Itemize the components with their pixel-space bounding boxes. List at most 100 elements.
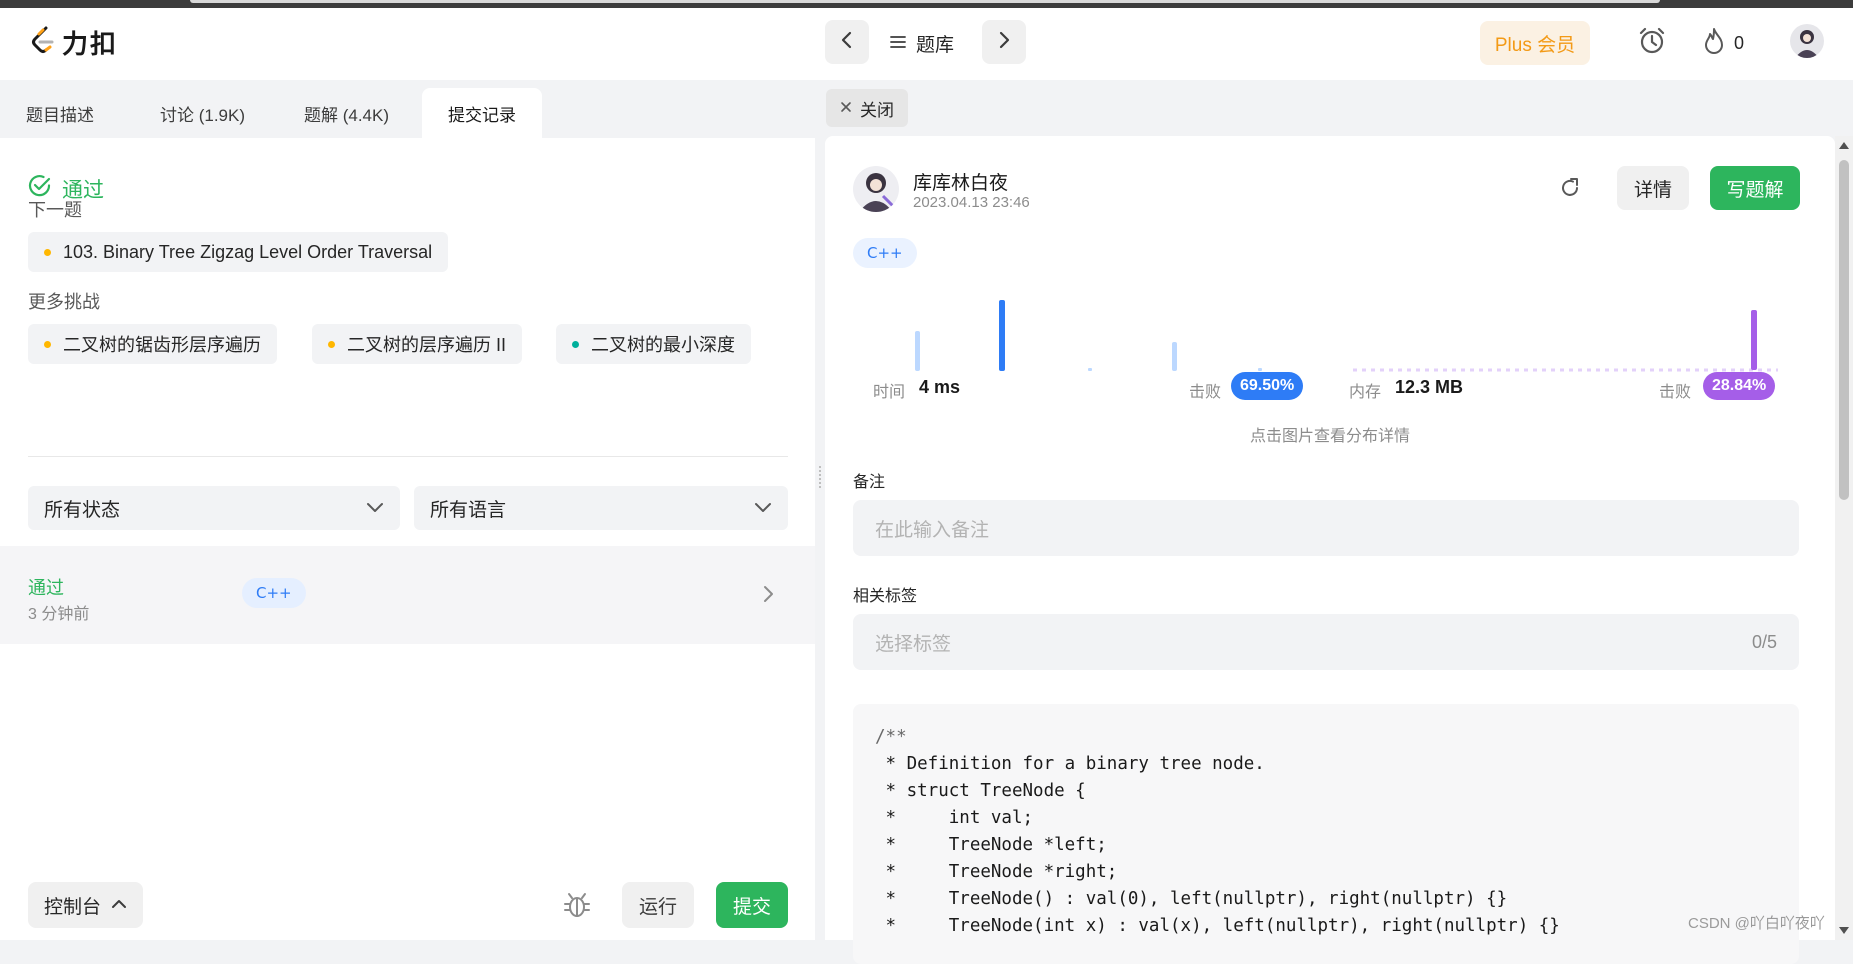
close-label: 关闭 (860, 100, 894, 120)
panel-resizer[interactable] (815, 80, 825, 940)
plus-member-button[interactable]: Plus 会员 (1480, 21, 1590, 65)
challenge-chip[interactable]: 二叉树的锯齿形层序遍历 (28, 324, 277, 364)
chevron-left-icon (840, 30, 854, 55)
submitter-name[interactable]: 库库林白夜 (913, 168, 1008, 195)
tags-placeholder: 选择标签 (875, 633, 952, 655)
tags-label: 相关标签 (853, 588, 918, 605)
difficulty-dot (572, 340, 579, 348)
detail-tabbar (825, 80, 1853, 136)
language-badge: C++ (853, 238, 917, 268)
code-line: * Definition for a binary tree node. (875, 754, 1265, 774)
user-avatar[interactable] (1790, 24, 1824, 58)
detail-button[interactable]: 详情 (1617, 166, 1689, 210)
language-filter-value: 所有语言 (430, 499, 507, 521)
submit-button[interactable]: 提交 (716, 882, 788, 928)
scroll-up-arrow[interactable] (1839, 142, 1849, 149)
submission-row[interactable]: 通过 3 分钟前 C++ (0, 546, 815, 644)
streak-counter[interactable]: 0 (1702, 26, 1744, 61)
challenge-chip[interactable]: 二叉树的最小深度 (556, 324, 751, 364)
challenge-label: 二叉树的最小深度 (591, 335, 735, 355)
code-line: * int val; (875, 808, 1034, 828)
console-label: 控制台 (44, 896, 102, 918)
runtime-bar (1258, 368, 1262, 371)
runtime-beats-badge: 69.50% (1231, 372, 1304, 400)
close-icon (840, 98, 852, 118)
memory-beats-badge: 28.84% (1703, 372, 1776, 400)
note-label: 备注 (853, 474, 886, 491)
code-line: /** (875, 727, 907, 747)
memory-value: 12.3 MB (1395, 377, 1464, 397)
runtime-beats-label: 击败 (1189, 384, 1222, 401)
note-placeholder: 在此输入备注 (875, 519, 990, 541)
runtime-bar (915, 331, 920, 371)
fire-icon (1702, 26, 1726, 61)
next-problem-chip[interactable]: 103. Binary Tree Zigzag Level Order Trav… (28, 232, 449, 272)
challenge-label: 二叉树的层序遍历 II (347, 335, 507, 355)
runtime-bar (1088, 368, 1092, 371)
run-button[interactable]: 运行 (622, 882, 694, 928)
submission-datetime: 2023.04.13 23:46 (913, 194, 1030, 211)
chart-hint: 点击图片查看分布详情 (1249, 428, 1410, 445)
code-line: * TreeNode(int x) : val(x), left(nullptr… (875, 916, 1560, 936)
watermark: CSDN @吖白吖夜吖 (1688, 915, 1825, 932)
tab-submissions[interactable]: 提交记录 (422, 88, 542, 138)
bug-icon[interactable] (562, 890, 592, 925)
runtime-bar (1172, 342, 1177, 371)
code-line: * struct TreeNode { (875, 781, 1086, 801)
close-detail-button[interactable]: 关闭 (826, 89, 908, 127)
chevron-right-icon (762, 584, 774, 609)
refresh-icon[interactable] (1558, 176, 1582, 205)
console-toggle-button[interactable]: 控制台 (28, 882, 144, 928)
submission-status: 通过 (28, 578, 64, 598)
chevron-down-icon (366, 497, 384, 519)
top-navbar: 力扣 题库 Plus 会员 0 (0, 0, 1853, 80)
code-viewer[interactable]: /** * Definition for a binary tree node.… (853, 704, 1799, 964)
runtime-value: 4 ms (919, 377, 961, 397)
tab-discussion[interactable]: 讨论 (1.9K) (134, 88, 271, 138)
logo-text: 力扣 (62, 29, 119, 59)
streak-count: 0 (1734, 33, 1745, 53)
language-filter-select[interactable]: 所有语言 (414, 486, 788, 530)
alarm-icon[interactable] (1637, 26, 1667, 61)
next-problem-title: 103. Binary Tree Zigzag Level Order Trav… (63, 241, 433, 262)
tab-solutions[interactable]: 题解 (4.4K) (278, 88, 415, 138)
chevron-up-icon (111, 894, 127, 916)
tags-select[interactable]: 选择标签 0/5 (853, 614, 1799, 670)
difficulty-dot (44, 248, 51, 256)
scrollbar-thumb[interactable] (1839, 160, 1849, 500)
runtime-bar-current (999, 300, 1005, 371)
memory-label: 内存 (1349, 384, 1382, 401)
tab-description[interactable]: 题目描述 (0, 88, 120, 138)
challenge-chip[interactable]: 二叉树的层序遍历 II (312, 324, 523, 364)
submitter-avatar[interactable] (853, 166, 899, 212)
difficulty-dot (44, 340, 51, 348)
problem-bank-label: 题库 (916, 35, 955, 56)
difficulty-dot (328, 340, 335, 348)
scrollbar[interactable] (1835, 136, 1853, 940)
prev-problem-button[interactable] (825, 20, 869, 64)
tags-count: 0/5 (1751, 631, 1777, 652)
code-line: * TreeNode() : val(0), left(nullptr), ri… (875, 889, 1508, 909)
chevron-down-icon (754, 497, 772, 519)
note-input[interactable]: 在此输入备注 (853, 500, 1799, 556)
chevron-right-icon (997, 30, 1011, 55)
problem-bank-link[interactable]: 题库 (890, 30, 954, 57)
divider (28, 456, 788, 457)
status-filter-value: 所有状态 (44, 499, 121, 521)
write-solution-button[interactable]: 写题解 (1710, 166, 1800, 210)
code-line: * TreeNode *left; (875, 835, 1107, 855)
logo[interactable]: 力扣 (30, 24, 118, 61)
memory-beats-label: 击败 (1659, 384, 1692, 401)
next-problem-button[interactable] (982, 20, 1026, 64)
browser-strip (0, 0, 1853, 8)
status-filter-select[interactable]: 所有状态 (28, 486, 400, 530)
scroll-down-arrow[interactable] (1839, 927, 1849, 934)
leetcode-logo-icon (30, 25, 56, 60)
submission-time: 3 分钟前 (28, 606, 90, 623)
code-line: * TreeNode *right; (875, 862, 1118, 882)
submission-panel: 通过 下一题 103. Binary Tree Zigzag Level Ord… (0, 138, 815, 940)
runtime-label: 时间 (873, 384, 906, 401)
menu-icon (890, 33, 906, 55)
submission-language: C++ (242, 578, 306, 608)
submission-detail-panel: 库库林白夜 2023.04.13 23:46 详情 写题解 C++ 时间 4 m… (825, 136, 1835, 964)
